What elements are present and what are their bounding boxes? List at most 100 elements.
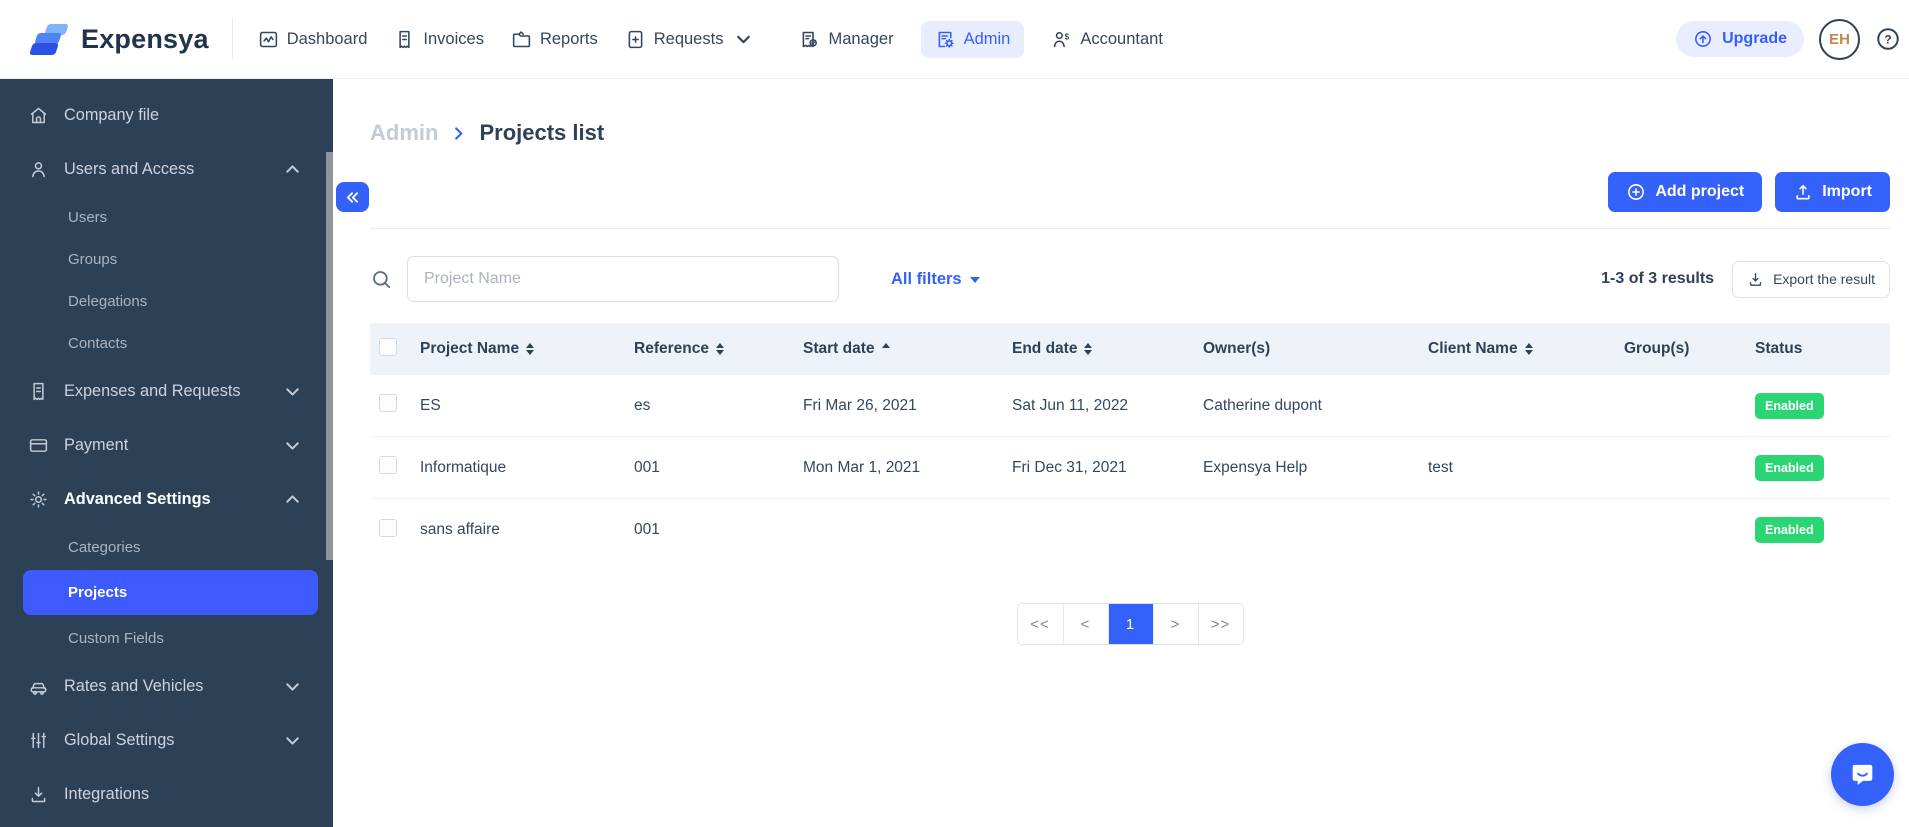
column-header-start-date[interactable]: Start date	[803, 340, 1012, 358]
sidebar-item-custom-fields[interactable]: Custom Fields	[0, 617, 333, 659]
chevron-right-icon	[449, 124, 468, 143]
nav-label: Dashboard	[286, 29, 368, 48]
pagination-next-button[interactable]: >	[1152, 604, 1198, 644]
sidebar-scrollbar[interactable]	[326, 152, 333, 560]
breadcrumb-admin[interactable]: Admin	[370, 120, 438, 146]
expensya-logo[interactable]: Expensya	[29, 23, 209, 56]
projects-table: Project Name Reference Start date End da…	[370, 323, 1890, 561]
sidebar-item-label: Advanced Settings	[64, 489, 211, 508]
pagination: << < 1 > >>	[370, 603, 1890, 645]
cell-project-name: ES	[420, 396, 441, 414]
column-header-owners[interactable]: Owner(s)	[1203, 340, 1428, 358]
nav-invoices[interactable]: Invoices	[394, 29, 484, 50]
chevron-down-icon	[737, 35, 751, 43]
upgrade-label: Upgrade	[1722, 30, 1787, 47]
status-badge: Enabled	[1755, 454, 1824, 481]
add-project-button[interactable]: Add project	[1608, 172, 1763, 212]
column-header-end-date[interactable]: End date	[1012, 340, 1203, 358]
row-checkbox[interactable]	[379, 518, 397, 537]
sidebar-item-groups[interactable]: Groups	[0, 238, 333, 280]
sidebar-item-rates-and-vehicles[interactable]: Rates and Vehicles	[0, 659, 333, 713]
brand-name: Expensya	[81, 23, 209, 54]
sidebar-item-users[interactable]: Users	[0, 196, 333, 238]
search-icon[interactable]	[370, 268, 393, 291]
cell-end-date: Sat Jun 11, 2022	[1012, 396, 1129, 414]
sidebar-item-projects[interactable]: Projects	[23, 570, 318, 615]
pagination-page-1-button[interactable]: 1	[1107, 604, 1153, 644]
sidebar-item-expenses-and-requests[interactable]: Expenses and Requests	[0, 364, 333, 418]
reports-icon	[512, 30, 531, 47]
export-result-button[interactable]: Export the result	[1732, 260, 1890, 298]
search-input[interactable]	[407, 256, 839, 302]
manager-icon	[803, 31, 818, 47]
sidebar-item-company-file[interactable]: Company file	[0, 88, 333, 142]
export-label: Export the result	[1773, 271, 1875, 287]
sidebar-sub-label: Contacts	[68, 334, 128, 352]
sidebar-item-users-and-access[interactable]: Users and Access	[0, 142, 333, 196]
collapse-sidebar-button[interactable]	[336, 182, 369, 212]
sidebar-sub-label: Custom Fields	[68, 629, 164, 647]
nav-label: Reports	[539, 29, 598, 48]
svg-text:?: ?	[1884, 32, 1891, 46]
cell-reference: 001	[634, 458, 660, 476]
cell-project-name: sans affaire	[420, 521, 500, 538]
sidebar-item-payment[interactable]: Payment	[0, 418, 333, 472]
nav-accountant[interactable]: $ Accountant	[1051, 29, 1163, 50]
sidebar-item-integrations[interactable]: Integrations	[0, 767, 333, 821]
pagination-prev-button[interactable]: <	[1062, 604, 1108, 644]
sort-icon	[526, 343, 535, 355]
sidebar-item-label: Expenses and Requests	[64, 381, 241, 400]
column-header-client-name[interactable]: Client Name	[1428, 340, 1624, 358]
upgrade-icon	[1695, 31, 1712, 47]
nav-admin[interactable]: Admin	[920, 20, 1025, 58]
column-header-status[interactable]: Status	[1755, 340, 1890, 358]
breadcrumb: Admin Projects list	[370, 120, 1890, 146]
status-badge: Enabled	[1755, 392, 1824, 419]
sidebar-item-label: Integrations	[64, 784, 150, 803]
nav-reports[interactable]: Reports	[511, 29, 598, 50]
select-all-checkbox[interactable]	[379, 337, 397, 356]
row-checkbox[interactable]	[379, 394, 397, 412]
admin-icon	[938, 31, 954, 48]
nav-dashboard[interactable]: Dashboard	[258, 29, 368, 50]
chevron-up-icon	[282, 159, 303, 180]
chevron-down-icon	[282, 730, 303, 751]
row-checkbox[interactable]	[379, 456, 397, 474]
card-icon	[29, 438, 48, 452]
sidebar-item-delegations[interactable]: Delegations	[0, 280, 333, 322]
chat-widget-button[interactable]	[1831, 743, 1894, 806]
nav-requests[interactable]: Requests	[625, 29, 755, 50]
primary-nav: Dashboard Invoices Reports Requests Mana…	[258, 20, 1163, 58]
import-button[interactable]: Import	[1775, 172, 1890, 212]
sidebar-item-label: Rates and Vehicles	[64, 676, 204, 695]
status-badge: Enabled	[1755, 517, 1824, 543]
sidebar: Company file Users and Access Users Grou…	[0, 79, 333, 827]
cell-reference: 001	[634, 521, 660, 538]
column-header-project-name[interactable]: Project Name	[420, 340, 634, 358]
sidebar-item-advanced-settings[interactable]: Advanced Settings	[0, 472, 333, 526]
all-filters-button[interactable]: All filters	[891, 270, 980, 289]
all-filters-label: All filters	[891, 269, 962, 288]
download-icon	[1749, 272, 1762, 286]
column-header-reference[interactable]: Reference	[634, 340, 803, 358]
pagination-last-button[interactable]: >>	[1197, 604, 1243, 644]
cell-start-date: Fri Mar 26, 2021	[803, 396, 917, 414]
nav-manager[interactable]: Manager	[799, 29, 894, 50]
user-icon	[32, 161, 45, 177]
upgrade-button[interactable]: Upgrade	[1676, 21, 1804, 57]
column-label: Start date	[803, 340, 875, 357]
table-row[interactable]: sans affaire 001 Enabled	[370, 499, 1890, 561]
sidebar-item-contacts[interactable]: Contacts	[0, 322, 333, 364]
sidebar-sub-label: Delegations	[68, 292, 148, 310]
table-row[interactable]: Informatique 001 Mon Mar 1, 2021 Fri Dec…	[370, 437, 1890, 499]
sidebar-item-categories[interactable]: Categories	[0, 526, 333, 568]
pagination-first-button[interactable]: <<	[1017, 604, 1063, 644]
table-row[interactable]: ES es Fri Mar 26, 2021 Sat Jun 11, 2022 …	[370, 375, 1890, 437]
receipt-icon	[33, 382, 44, 400]
actions-row: Add project Import	[370, 172, 1890, 212]
avatar[interactable]: EH	[1819, 18, 1860, 60]
help-icon[interactable]: ?	[1875, 26, 1901, 52]
sidebar-item-global-settings[interactable]: Global Settings	[0, 713, 333, 767]
column-header-groups[interactable]: Group(s)	[1624, 340, 1755, 358]
add-project-label: Add project	[1655, 183, 1745, 200]
